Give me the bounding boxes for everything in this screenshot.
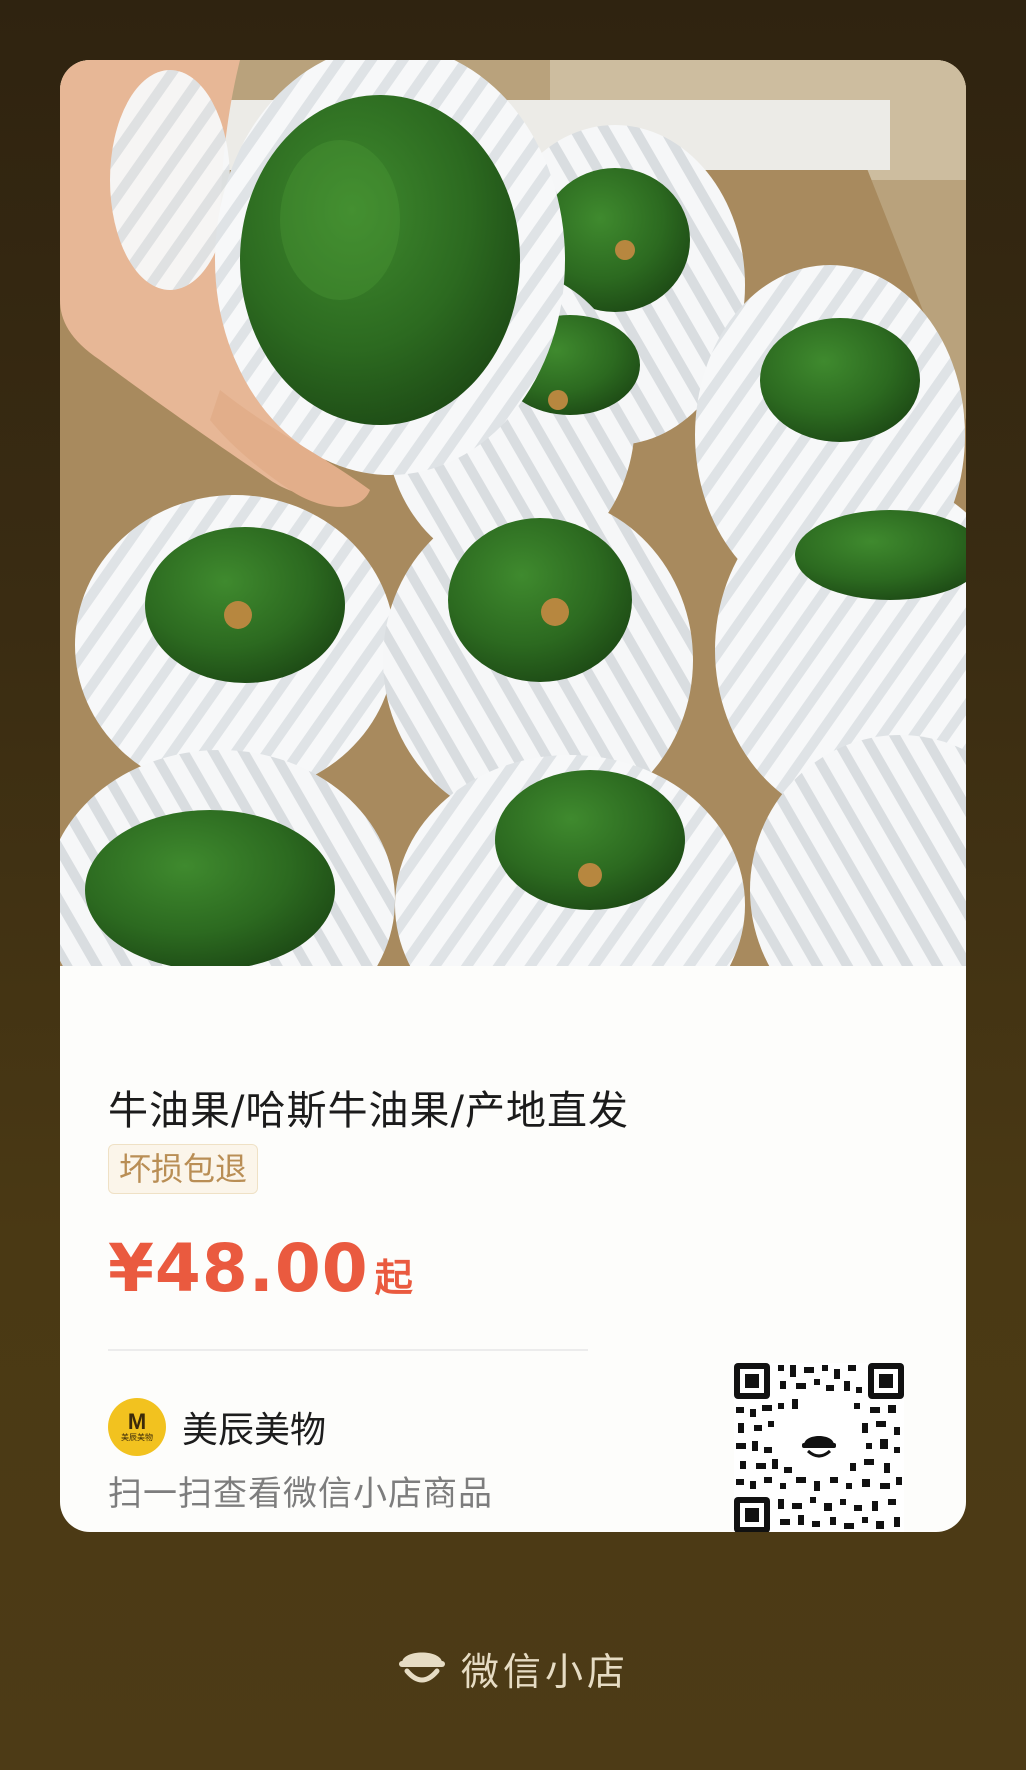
product-image[interactable] (60, 60, 966, 966)
wechat-shop-icon (398, 1652, 445, 1683)
divider (108, 1349, 588, 1351)
return-policy-tag: 坏损包退 (108, 1144, 259, 1194)
product-title: 牛油果/哈斯牛油果/产地直发 (108, 1088, 629, 1134)
avocado-photo (60, 60, 966, 966)
shop-avatar[interactable]: M 美辰美物 (108, 1398, 166, 1456)
product-price: ¥48.00 起 (108, 1230, 413, 1307)
scan-hint: 扫一扫查看微信小店商品 (108, 1474, 493, 1514)
product-info: 牛油果/哈斯牛油果/产地直发 坏损包退 ¥48.00 起 M 美辰美物 美辰美物 … (60, 966, 966, 1532)
qr-code-icon[interactable] (734, 1363, 904, 1532)
shop-name[interactable]: 美辰美物 (182, 1401, 326, 1453)
shop-logo-letter: M (127, 1409, 147, 1434)
brand-footer: 微信小店 (0, 1640, 1026, 1696)
shop-logo-subtext: 美辰美物 (121, 1433, 153, 1442)
shop-info[interactable]: M 美辰美物 美辰美物 (108, 1398, 326, 1456)
price-suffix: 起 (374, 1256, 413, 1300)
price-amount: ¥48.00 (108, 1230, 369, 1307)
brand-label: 微信小店 (460, 1649, 629, 1694)
product-share-card: 牛油果/哈斯牛油果/产地直发 坏损包退 ¥48.00 起 M 美辰美物 美辰美物 … (60, 60, 966, 1532)
